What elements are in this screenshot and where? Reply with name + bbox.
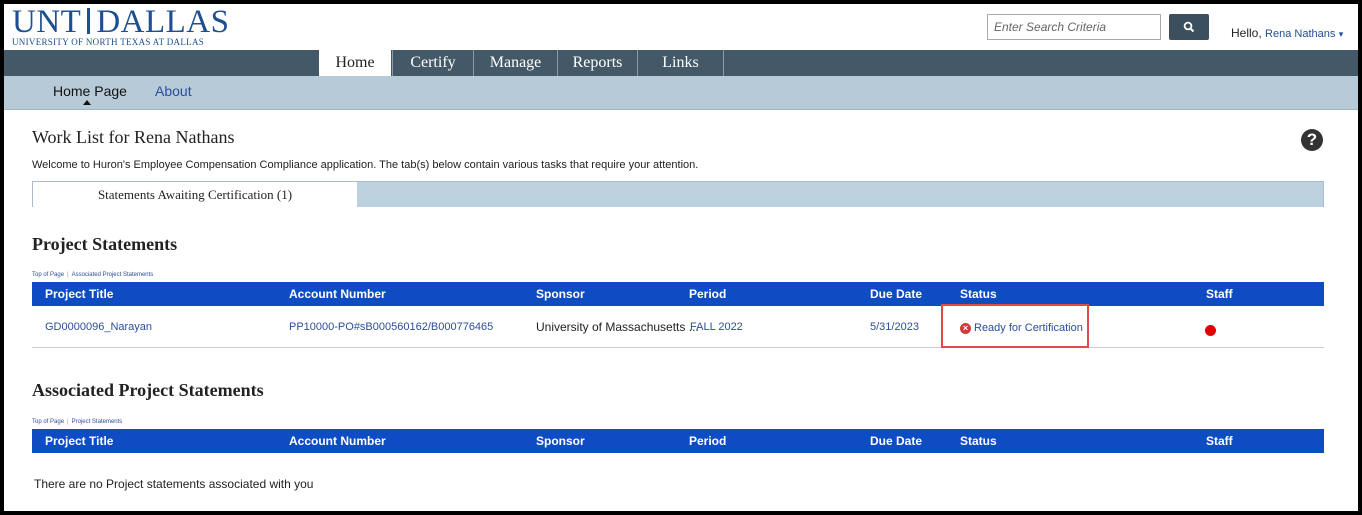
sponsor-cell: University of Massachusetts ... [536,320,699,334]
subnav-about[interactable]: About [155,83,192,99]
logo-text-left: UNT [12,4,82,40]
logo-subtitle: UNIVERSITY OF NORTH TEXAS AT DALLAS [12,37,205,47]
col-period[interactable]: Period [689,429,726,453]
top-of-page-link[interactable]: Top of Page [32,419,64,425]
header: UNT DALLAS UNIVERSITY OF NORTH TEXAS AT D… [4,4,1358,50]
tab-reports[interactable]: Reports [558,50,638,76]
user-name: Rena Nathans [1265,28,1336,40]
associated-statements-table-header: Project Title Account Number Sponsor Per… [32,429,1324,453]
col-sponsor[interactable]: Sponsor [536,429,585,453]
tab-statements-awaiting-certification[interactable]: Statements Awaiting Certification (1) [33,182,357,208]
page-title: Work List for Rena Nathans [32,127,235,147]
col-staff[interactable]: Staff [1206,282,1233,306]
table-row: GD0000096_Narayan PP10000-PO#sB000560162… [32,307,1324,348]
associated-statements-title: Associated Project Statements [32,380,264,400]
tab-manage[interactable]: Manage [474,50,558,76]
col-project-title[interactable]: Project Title [45,282,113,306]
project-statements-link[interactable]: Project Statements [72,419,123,425]
col-sponsor[interactable]: Sponsor [536,282,585,306]
associated-statements-link[interactable]: Associated Project Statements [72,272,154,278]
help-icon[interactable]: ? [1301,129,1323,151]
col-project-title[interactable]: Project Title [45,429,113,453]
col-period[interactable]: Period [689,282,726,306]
project-statements-title: Project Statements [32,234,178,254]
period-cell: FALL 2022 [690,321,743,333]
tab-links[interactable]: Links [638,50,724,76]
error-circle-icon: × [960,322,971,334]
col-due-date[interactable]: Due Date [870,282,922,306]
logo-divider [87,8,91,34]
col-account-number[interactable]: Account Number [289,429,386,453]
search-button[interactable] [1169,14,1209,40]
project-statements-table-header: Project Title Account Number Sponsor Per… [32,282,1324,306]
col-staff[interactable]: Staff [1206,429,1233,453]
staff-status-dot [1205,325,1216,336]
main-nav: Home Certify Manage Reports Links [4,50,1358,76]
empty-state-message: There are no Project statements associat… [34,477,314,491]
chevron-down-icon: ▾ [1338,29,1344,39]
account-number-link[interactable]: PP10000-PO#sB000560162/B000776465 [289,321,493,333]
tab-certify[interactable]: Certify [392,50,474,76]
subnav-home-page[interactable]: Home Page [53,83,127,99]
logo-text-right: DALLAS [96,4,230,40]
search-input[interactable] [987,14,1161,40]
user-menu[interactable]: Hello, Rena Nathans ▾ [1231,26,1343,40]
status-link[interactable]: × Ready for Certification [960,322,1083,334]
status-text: Ready for Certification [974,322,1083,334]
top-of-page-link[interactable]: Top of Page [32,272,64,278]
breadcrumb: Top of Page | Project Statements [32,419,123,425]
col-status[interactable]: Status [960,282,997,306]
active-indicator-icon [83,100,91,105]
tab-home[interactable]: Home [319,50,391,76]
welcome-text: Welcome to Huron's Employee Compensation… [32,159,699,171]
col-due-date[interactable]: Due Date [870,429,922,453]
project-title-link[interactable]: GD0000096_Narayan [45,321,152,333]
due-date-cell: 5/31/2023 [870,321,919,333]
greeting-text: Hello, [1231,26,1262,40]
search-icon [1183,21,1195,33]
app-frame: UNT DALLAS UNIVERSITY OF NORTH TEXAS AT D… [4,4,1358,511]
breadcrumb: Top of Page | Associated Project Statement… [32,272,154,278]
col-account-number[interactable]: Account Number [289,282,386,306]
sub-nav: Home Page About [4,76,1358,110]
col-status[interactable]: Status [960,429,997,453]
worklist-tabs: Statements Awaiting Certification (1) [32,181,1324,208]
unt-dallas-logo[interactable]: UNT DALLAS UNIVERSITY OF NORTH TEXAS AT D… [12,4,229,49]
